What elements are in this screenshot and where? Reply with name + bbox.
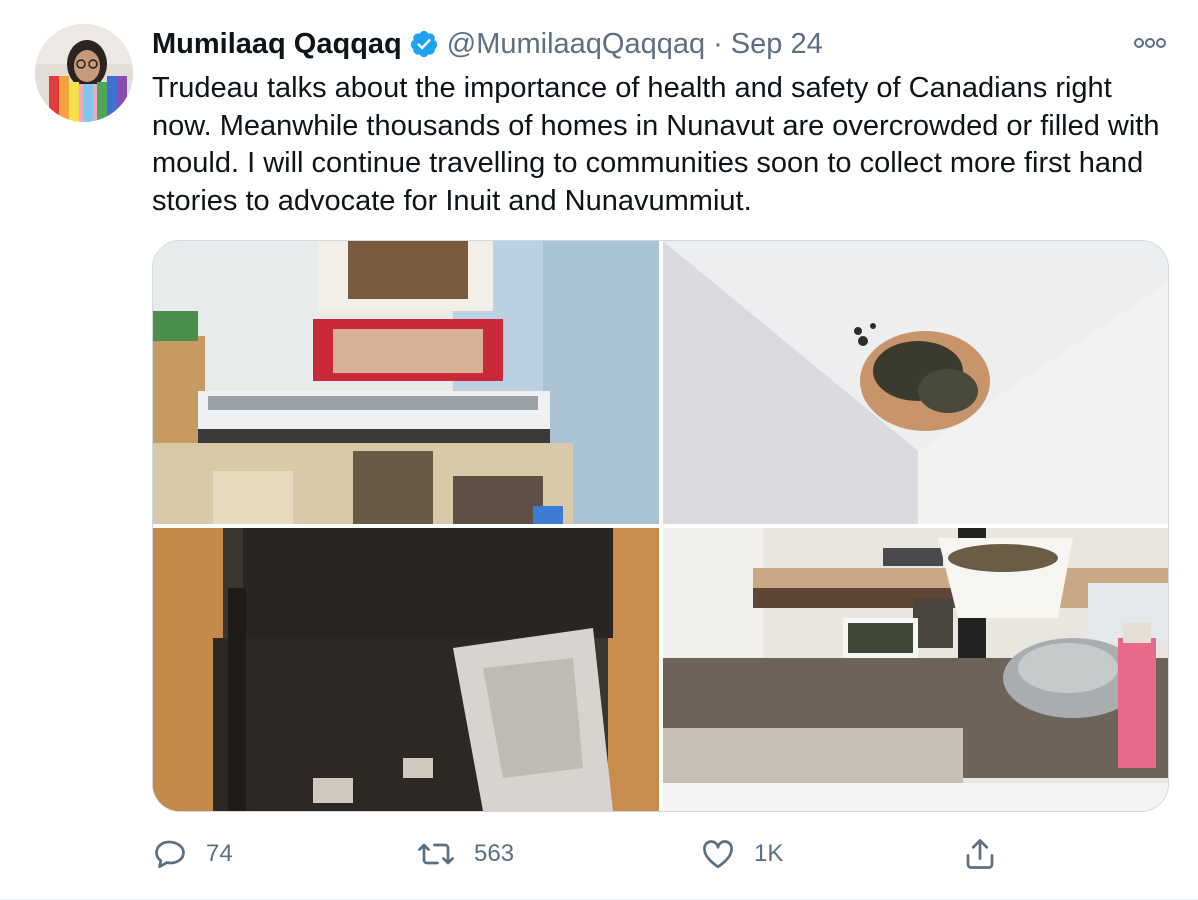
tweet-card[interactable]: Mumilaaq Qaqqaq @MumilaaqQaqqaq · Sep 24… [0,0,1198,900]
tweet-date[interactable]: Sep 24 [731,28,823,61]
avatar[interactable] [35,24,133,122]
author-handle[interactable]: @MumilaaqQaqqaq [447,28,705,61]
separator-dot: · [713,27,723,60]
like-button[interactable]: 1K [700,832,783,876]
photo-mould-ceiling[interactable] [663,241,1168,524]
verified-badge-icon [409,29,439,59]
heart-icon [700,836,736,872]
reply-icon [152,836,188,872]
photo-under-sink[interactable] [663,528,1168,811]
photo-damaged-floor[interactable] [153,528,659,811]
tweet-actions: 74 563 1K [152,832,1012,876]
more-horizontal-icon[interactable] [1132,28,1168,58]
tweet-text: Trudeau talks about the importance of he… [152,72,1160,217]
media-grid [152,240,1169,812]
tweet-header: Mumilaaq Qaqqaq @MumilaaqQaqqaq · Sep 24 [152,26,1168,62]
retweet-count: 563 [474,840,515,867]
reply-button[interactable]: 74 [152,832,233,876]
retweet-button[interactable]: 563 [416,832,514,876]
retweet-icon [416,836,456,872]
share-button[interactable] [962,832,998,876]
photo-window-wall[interactable] [153,241,659,524]
avatar-image [35,24,133,122]
reply-count: 74 [206,840,233,867]
share-icon [962,836,998,872]
like-count: 1K [754,840,784,867]
display-name[interactable]: Mumilaaq Qaqqaq [152,28,402,61]
